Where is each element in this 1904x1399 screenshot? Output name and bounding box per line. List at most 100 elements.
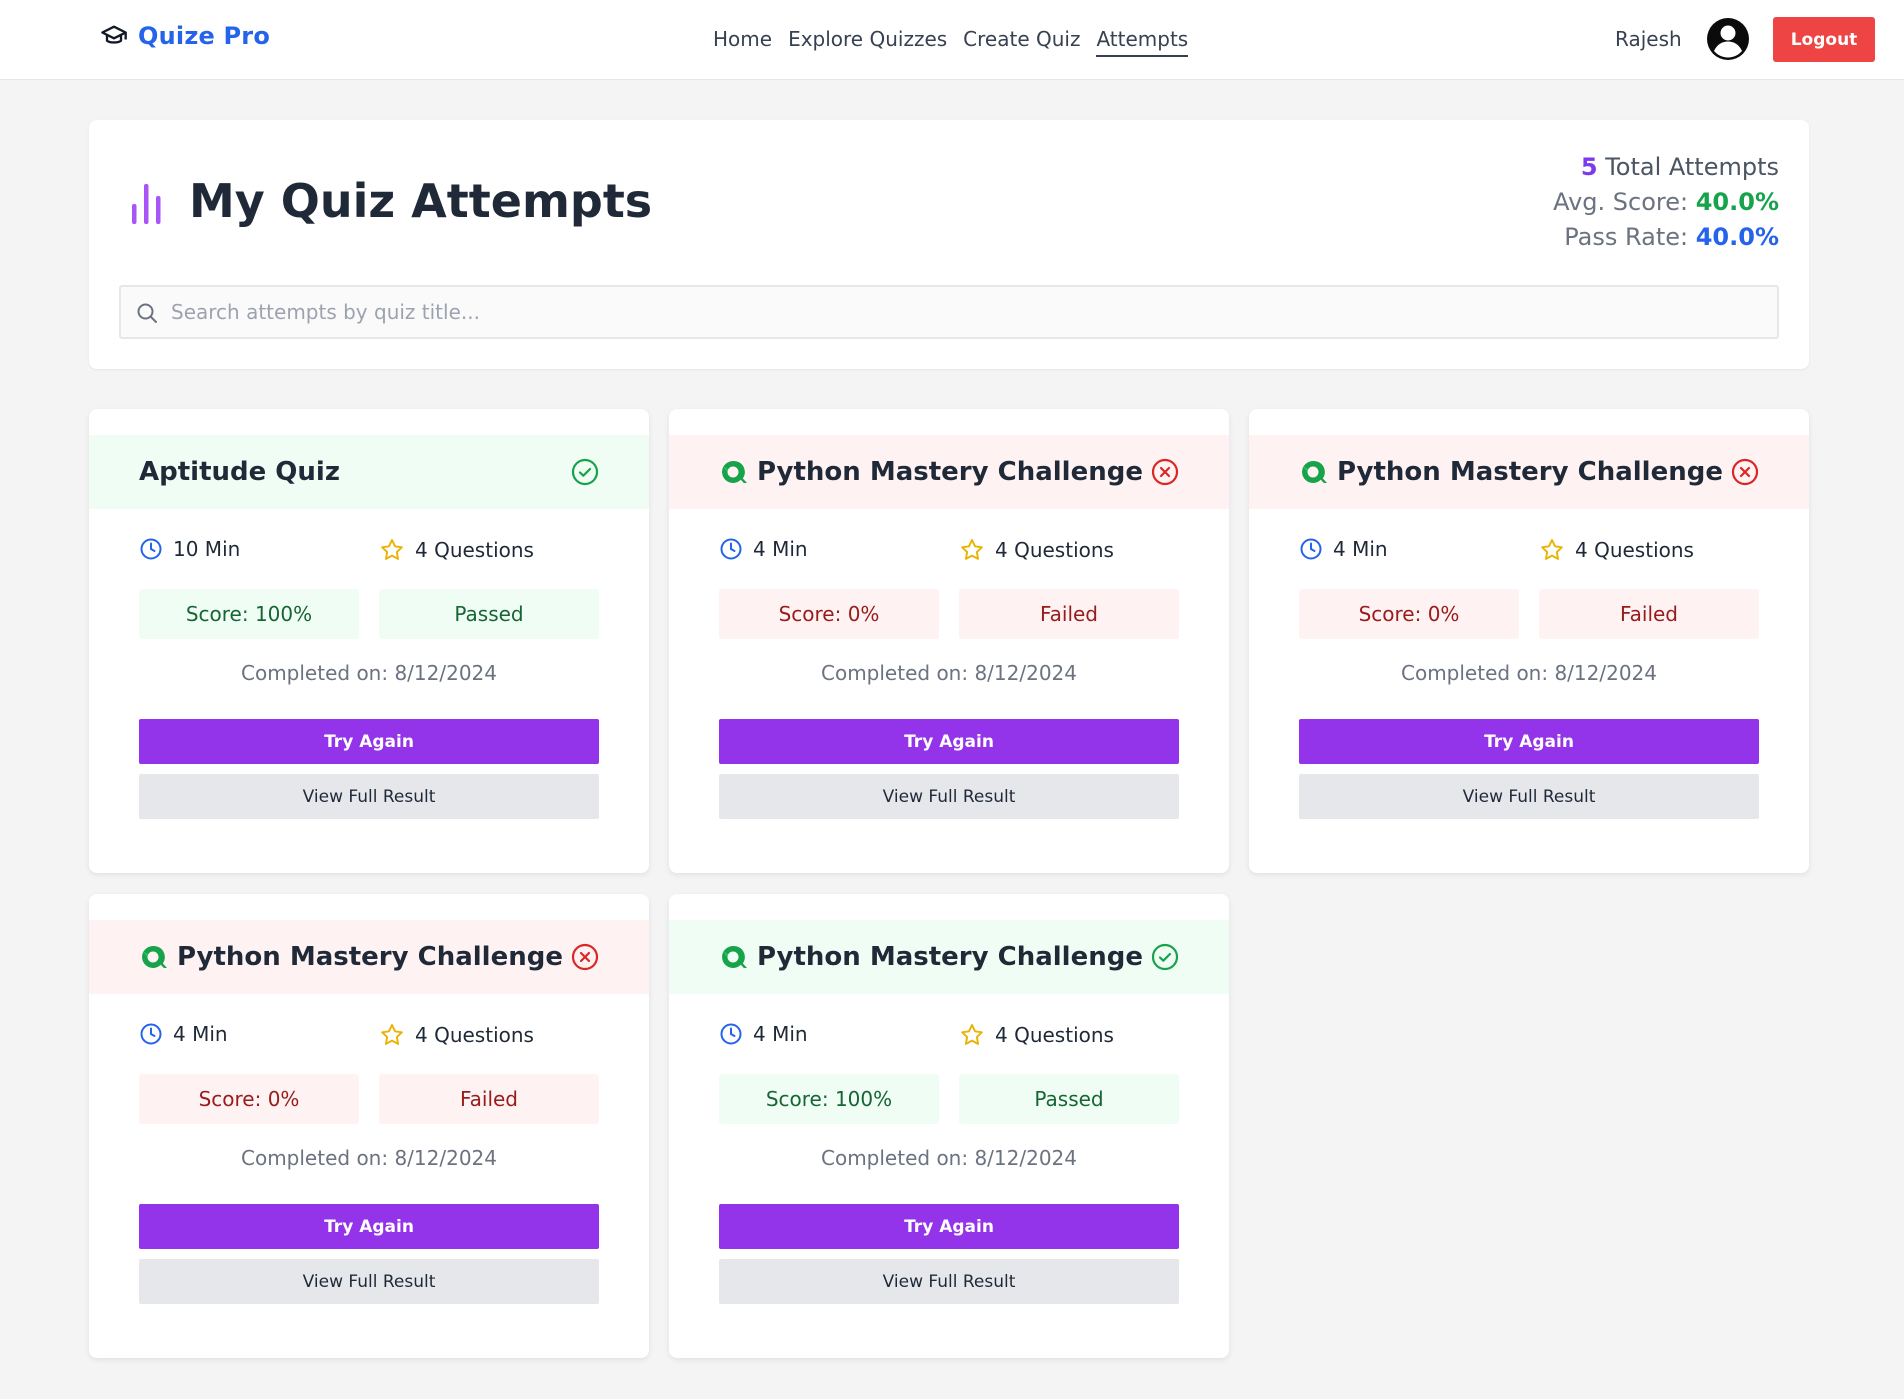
brand[interactable]: Quize Pro	[100, 22, 270, 50]
search-input[interactable]	[171, 287, 1771, 337]
question-count: 4 Questions	[959, 1022, 1114, 1048]
avg-score: Avg. Score: 40.0%	[1553, 185, 1779, 220]
x-circle-icon	[571, 943, 599, 971]
card-header: Python Mastery Challenge	[669, 920, 1229, 994]
quiz-title: Python Mastery Challenge	[1337, 457, 1723, 487]
duration-text: 4 Min	[753, 1022, 808, 1046]
completed-date: Completed on: 8/12/2024	[241, 1146, 497, 1170]
try-again-button[interactable]: Try Again	[719, 719, 1179, 764]
duration-text: 4 Min	[173, 1022, 228, 1046]
quiz-title: Python Mastery Challenge	[757, 457, 1143, 487]
completed-date: Completed on: 8/12/2024	[821, 661, 1077, 685]
status-icon	[1151, 458, 1179, 490]
duration: 4 Min	[139, 1022, 228, 1046]
x-circle-icon	[1731, 458, 1759, 486]
status-icon	[571, 458, 599, 490]
duration: 4 Min	[719, 1022, 808, 1046]
result-badge: Failed	[1539, 589, 1759, 639]
card-header: Aptitude Quiz	[89, 435, 649, 509]
clock-icon	[140, 538, 162, 560]
card-title-wrap: Python Mastery Challenge	[719, 920, 1143, 994]
star-icon	[381, 539, 403, 560]
nav-link-explore-quizzes[interactable]: Explore Quizzes	[788, 27, 947, 57]
score-badge: Score: 0%	[139, 1074, 359, 1124]
quiz-logo-icon	[142, 945, 167, 968]
logout-button[interactable]: Logout	[1773, 17, 1875, 62]
view-full-result-button[interactable]: View Full Result	[719, 1259, 1179, 1304]
duration-text: 10 Min	[173, 537, 241, 561]
bar-chart-icon	[132, 184, 161, 224]
clock-icon	[140, 1023, 162, 1045]
duration: 4 Min	[719, 537, 808, 561]
clock-icon	[720, 1023, 742, 1045]
nav-link-create-quiz[interactable]: Create Quiz	[963, 27, 1080, 57]
question-count-text: 4 Questions	[995, 1023, 1114, 1047]
duration: 10 Min	[139, 537, 240, 561]
duration: 4 Min	[1299, 537, 1388, 561]
score-badge: Score: 100%	[139, 589, 359, 639]
clock-icon	[1300, 538, 1322, 560]
duration-text: 4 Min	[1333, 537, 1388, 561]
status-icon	[1151, 943, 1179, 975]
try-again-button[interactable]: Try Again	[1299, 719, 1759, 764]
attempts-header-card: My Quiz Attempts 5 Total Attempts Avg. S…	[89, 120, 1809, 369]
star-icon	[381, 1024, 403, 1045]
question-count: 4 Questions	[379, 1022, 534, 1048]
navbar: Quize Pro Home Explore Quizzes Create Qu…	[0, 0, 1904, 80]
duration-text: 4 Min	[753, 537, 808, 561]
card-title-wrap: Aptitude Quiz	[139, 435, 340, 509]
card-title-wrap: Python Mastery Challenge	[1299, 435, 1723, 509]
clock-icon	[720, 538, 742, 560]
score-badge: Score: 0%	[719, 589, 939, 639]
attempt-card-5: Python Mastery Challenge 4 Min 4 Questio…	[669, 894, 1229, 1358]
attempt-stats: 5 Total Attempts Avg. Score: 40.0% Pass …	[1553, 150, 1779, 255]
result-badge: Passed	[379, 589, 599, 639]
view-full-result-button[interactable]: View Full Result	[139, 774, 599, 819]
user-avatar-icon[interactable]	[1706, 17, 1750, 61]
attempt-card-1: Aptitude Quiz 10 Min 4 Questions Score: …	[89, 409, 649, 873]
brand-name: Quize Pro	[138, 22, 271, 50]
search-icon	[137, 303, 157, 323]
view-full-result-button[interactable]: View Full Result	[1299, 774, 1759, 819]
view-full-result-button[interactable]: View Full Result	[139, 1259, 599, 1304]
nav-link-home[interactable]: Home	[713, 27, 772, 57]
total-attempts: 5 Total Attempts	[1553, 150, 1779, 185]
avg-score-value: 40.0%	[1695, 188, 1779, 216]
card-header: Python Mastery Challenge	[89, 920, 649, 994]
pass-rate-label: Pass Rate:	[1564, 223, 1689, 251]
search-bar	[119, 285, 1779, 339]
card-title-wrap: Python Mastery Challenge	[719, 435, 1143, 509]
question-count: 4 Questions	[1539, 537, 1694, 563]
attempt-card-2: Python Mastery Challenge 4 Min 4 Questio…	[669, 409, 1229, 873]
graduation-cap-icon	[101, 25, 127, 44]
status-icon	[571, 943, 599, 975]
nav-links: Home Explore Quizzes Create Quiz Attempt…	[713, 27, 1189, 57]
completed-date: Completed on: 8/12/2024	[1401, 661, 1657, 685]
question-count: 4 Questions	[379, 537, 534, 563]
quiz-logo-icon	[722, 945, 747, 968]
quiz-logo-icon	[1302, 460, 1327, 483]
try-again-button[interactable]: Try Again	[719, 1204, 1179, 1249]
result-badge: Failed	[379, 1074, 599, 1124]
card-header: Python Mastery Challenge	[1249, 435, 1809, 509]
try-again-button[interactable]: Try Again	[139, 1204, 599, 1249]
quiz-logo-icon	[722, 460, 747, 483]
question-count-text: 4 Questions	[415, 538, 534, 562]
quiz-title: Python Mastery Challenge	[177, 942, 563, 972]
score-badge: Score: 0%	[1299, 589, 1519, 639]
attempt-card-4: Python Mastery Challenge 4 Min 4 Questio…	[89, 894, 649, 1358]
star-icon	[961, 1024, 983, 1045]
pass-rate-value: 40.0%	[1695, 223, 1779, 251]
result-badge: Failed	[959, 589, 1179, 639]
question-count-text: 4 Questions	[1575, 538, 1694, 562]
check-circle-icon	[571, 458, 599, 486]
question-count-text: 4 Questions	[415, 1023, 534, 1047]
view-full-result-button[interactable]: View Full Result	[719, 774, 1179, 819]
nav-link-attempts[interactable]: Attempts	[1096, 27, 1189, 57]
quiz-title: Aptitude Quiz	[139, 457, 340, 487]
try-again-button[interactable]: Try Again	[139, 719, 599, 764]
question-count: 4 Questions	[959, 537, 1114, 563]
card-title-wrap: Python Mastery Challenge	[139, 920, 563, 994]
page-title: My Quiz Attempts	[189, 174, 653, 228]
user-name: Rajesh	[1615, 27, 1682, 51]
